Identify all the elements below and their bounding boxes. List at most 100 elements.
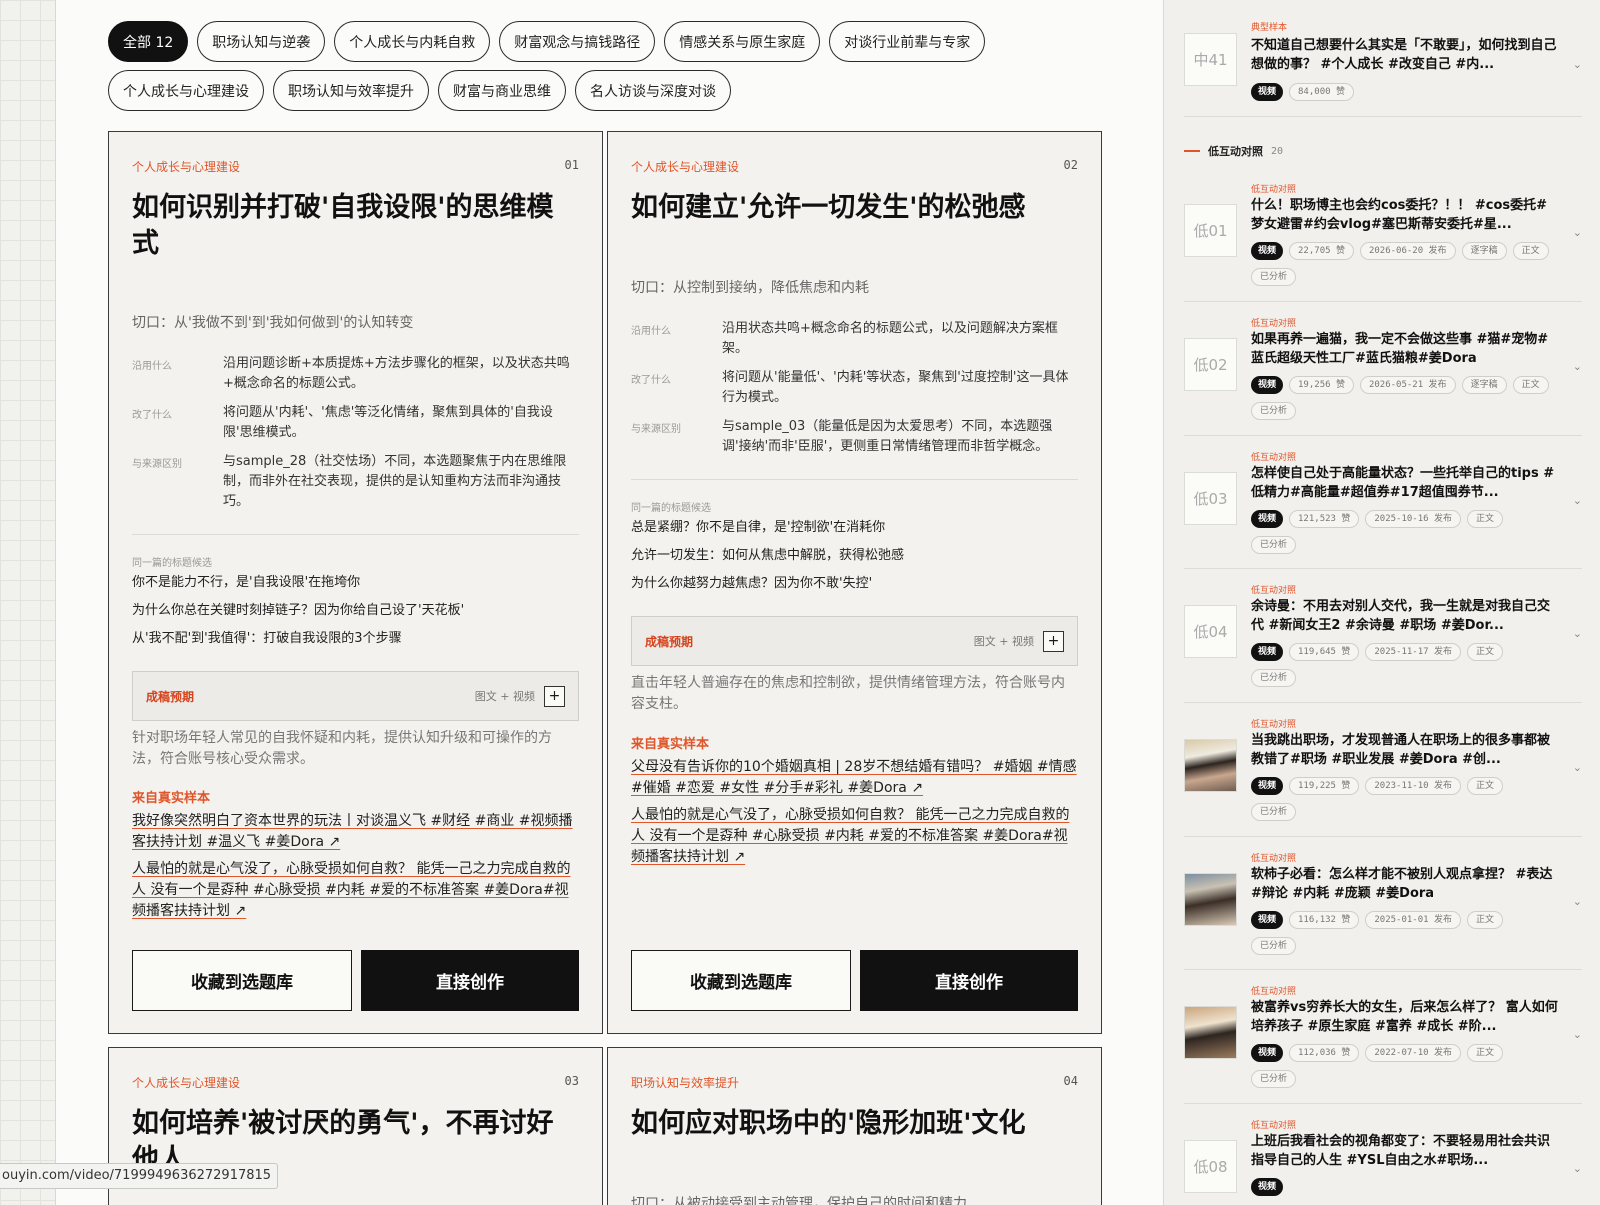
filter-chip[interactable]: 情感关系与原生家庭 — [664, 21, 821, 62]
sample-badges: 视频 84,000 赞 — [1251, 83, 1552, 101]
card-hook: 切口：从被动接受到主动管理，保护自己的时间和精力 — [631, 1196, 967, 1205]
expand-plus-icon[interactable]: + — [1043, 630, 1064, 652]
card-category: 职场认知与效率提升 — [631, 1076, 740, 1090]
draft-expectation: 成稿预期 图文 + 视频 + — [631, 616, 1078, 666]
chevron-down-icon[interactable]: ⌄ — [1573, 895, 1582, 908]
sample-tag: 低互动对照 — [1251, 185, 1297, 195]
chevron-down-icon[interactable]: ⌄ — [1573, 494, 1582, 507]
badge: 119,225 赞 — [1289, 777, 1360, 795]
filter-chip[interactable]: 个人成长与内耗自救 — [334, 21, 491, 62]
title-candidate: 从'我不配'到'我值得'：打破自我设限的3个步骤 — [132, 631, 402, 646]
save-to-library-button[interactable]: 收藏到选题库 — [132, 950, 352, 1011]
sample-item[interactable]: 低互动对照 当我跳出职场，才发现普通人在职场上的很多事都被教错了#职场 #职业发展… — [1184, 703, 1582, 837]
sample-thumb: 低03 — [1184, 472, 1237, 525]
sample-title: 余诗曼：不用去对别人交代，我一生就是对我自己交代 #新闻女王2 #余诗曼 #职场… — [1251, 599, 1551, 633]
create-now-button[interactable]: 直接创作 — [361, 950, 579, 1011]
chevron-down-icon[interactable]: ⌄ — [1573, 761, 1582, 774]
source-links: 我好像突然明白了资本世界的玩法丨对谈温义飞 #财经 #商业 #视频播客扶持计划 … — [132, 811, 579, 928]
card-analysis: 沿用什么 沿用问题诊断+本质提炼+方法步骤化的框架，以及状态共鸣+概念命名的标题公… — [132, 354, 579, 521]
filter-chips: 全部 12 职场认知与逆袭 个人成长与内耗自救 财富观念与搞钱路径 情感关系与原生家庭对… — [108, 21, 1118, 119]
sample-title: 被富养vs穷养长大的女生，后来怎么样了？ 富人如何培养孩子 #原生家庭 #富养 … — [1251, 1000, 1558, 1034]
badge: 119,645 赞 — [1289, 643, 1360, 661]
badge: 2023-11-10 发布 — [1365, 777, 1461, 795]
filter-chip[interactable]: 全部 12 — [108, 21, 189, 62]
card-analysis: 沿用什么 沿用状态共鸣+概念命名的标题公式，以及问题解决方案框架。 改了什么 将问题… — [631, 319, 1078, 466]
diff-label: 与来源区别 — [132, 459, 182, 470]
expect-label: 成稿预期 — [645, 634, 694, 649]
chevron-down-icon[interactable]: ⌄ — [1573, 1028, 1582, 1041]
badge: 2025-10-16 发布 — [1365, 510, 1461, 528]
sample-title: 什么！职场博主也会约cos委托？！！ #cos委托#梦女避雷#约会vlog#塞巴… — [1251, 198, 1548, 232]
sample-item[interactable]: 低02 低互动对照 如果再养一遍猫，我一定不会做这些事 #猫#宠物#蓝氏超级天性工厂… — [1184, 302, 1582, 436]
badge-type: 视频 — [1251, 242, 1284, 260]
video-thumbnail — [1184, 873, 1237, 926]
source-label: 来自真实样本 — [631, 737, 710, 752]
filter-chip[interactable]: 对谈行业前辈与专家 — [829, 21, 986, 62]
filter-chip[interactable]: 职场认知与逆袭 — [197, 21, 326, 62]
changed-label: 改了什么 — [631, 375, 671, 386]
sample-title: 不知道自己想要什么其实是「不敢要」，如何找到自己想做的事？ #个人成长 #改变自… — [1251, 38, 1557, 72]
source-link[interactable]: 父母没有告诉你的10个婚姻真相 | 28岁不想结婚有错吗？ #婚姻 #情感 #催… — [631, 757, 1078, 799]
title-candidate: 为什么你总在关键时刻掉链子？因为你给自己设了'天花板' — [132, 603, 465, 618]
badge: 2026-05-21 发布 — [1359, 376, 1456, 394]
filter-chip[interactable]: 财富与商业思维 — [438, 70, 566, 111]
sample-tag: 低互动对照 — [1251, 854, 1297, 864]
sample-badges: 视频 22,705 赞 2026-06-20 发布 逐字稿 正文 已分析 — [1251, 242, 1552, 286]
filter-row-1: 全部 12 职场认知与逆袭 个人成长与内耗自救 财富观念与搞钱路径 情感关系与原生家庭对… — [108, 21, 1118, 62]
filter-chip[interactable]: 职场认知与效率提升 — [273, 70, 429, 111]
used-label: 沿用什么 — [132, 361, 172, 372]
badge: 正文 — [1466, 777, 1503, 795]
source-link[interactable]: 人最怕的就是心气没了，心脉受损如何自救？ 能凭一己之力完成自救的人 没有一个是孬… — [631, 805, 1078, 868]
badge: 逐字稿 — [1461, 242, 1507, 260]
source-link[interactable]: 人最怕的就是心气没了，心脉受损如何自救？ 能凭一己之力完成自救的人 没有一个是孬… — [132, 859, 579, 922]
diff-value: 与sample_28（社交怯场）不同，本选题聚焦于内在思维限制，而非外在社交表现… — [223, 454, 567, 509]
sample-tag: 低互动对照 — [1251, 720, 1297, 730]
badge: 已分析 — [1251, 937, 1297, 955]
badge: 正文 — [1512, 242, 1549, 260]
title-candidate: 你不是能力不行，是'自我设限'在拖垮你 — [132, 575, 361, 590]
badge: 2022-07-10 发布 — [1365, 1044, 1461, 1062]
candidates-label: 同一篇的标题候选 — [132, 558, 212, 569]
card-actions: 收藏到选题库 直接创作 — [132, 950, 579, 1011]
chevron-down-icon[interactable]: ⌄ — [1573, 360, 1582, 373]
badge: 19,256 赞 — [1289, 376, 1354, 394]
sample-item[interactable]: 低04 低互动对照 余诗曼：不用去对别人交代，我一生就是对我自己交代 #新闻女王2 … — [1184, 569, 1582, 703]
diff-value: 与sample_03（能量低是因为太爱思考）不同，本选题强调'接纳'而非'臣服'… — [722, 419, 1053, 454]
save-to-library-button[interactable]: 收藏到选题库 — [631, 950, 851, 1011]
sample-item[interactable]: 低03 低互动对照 怎样使自己处于高能量状态？一些托举自己的tips #低精力#高能… — [1184, 436, 1582, 569]
badge: 121,523 赞 — [1289, 510, 1360, 528]
video-thumbnail — [1184, 1006, 1237, 1059]
badge: 112,036 赞 — [1289, 1044, 1360, 1062]
candidates-label: 同一篇的标题候选 — [631, 503, 711, 514]
filter-chip[interactable]: 财富观念与搞钱路径 — [499, 21, 656, 62]
chevron-down-icon[interactable]: ⌄ — [1573, 226, 1582, 239]
sample-item[interactable]: 低01 低互动对照什么！职场博主也会约cos委托？！！ #cos委托#梦女避雷#约… — [1184, 168, 1582, 302]
badge: 正文 — [1466, 1044, 1503, 1062]
card-actions: 收藏到选题库 直接创作 — [631, 950, 1078, 1011]
chevron-down-icon[interactable]: ⌄ — [1573, 627, 1582, 640]
badge: 2026-06-20 发布 — [1359, 242, 1456, 260]
sample-thumb: 低01 — [1184, 204, 1237, 257]
expand-plus-icon[interactable]: + — [544, 685, 565, 707]
source-link[interactable]: 我好像突然明白了资本世界的玩法丨对谈温义飞 #财经 #商业 #视频播客扶持计划 … — [132, 811, 579, 853]
badge: 逐字稿 — [1461, 376, 1507, 394]
sample-title: 上班后我看社会的视角都变了：不要轻易用社会共识指导自己的人生 #YSL自由之水#… — [1251, 1134, 1551, 1168]
sample-item-typical[interactable]: 中41 典型样本 不知道自己想要什么其实是「不敢要」，如何找到自己想做的事？ #… — [1184, 0, 1582, 117]
badge-type: 视频 — [1251, 777, 1284, 795]
card-description: 直击年轻人普遍存在的焦虑和控制欲，提供情绪管理方法，符合账号内容支柱。 — [631, 675, 1065, 712]
chevron-down-icon[interactable]: ⌄ — [1573, 1162, 1582, 1175]
badge: 2025-01-01 发布 — [1365, 911, 1461, 929]
sample-item[interactable]: 低08 低互动对照 上班后我看社会的视角都变了：不要轻易用社会共识指导自己的人生 #… — [1184, 1104, 1582, 1205]
diff-label: 与来源区别 — [631, 424, 681, 435]
filter-chip[interactable]: 名人访谈与深度对谈 — [575, 70, 731, 111]
topic-card-04: 职场认知与效率提升 04 如何应对职场中的'隐形加班'文化 切口：从被动接受到主… — [607, 1047, 1102, 1205]
filter-chip[interactable]: 个人成长与心理建设 — [108, 70, 264, 111]
create-now-button[interactable]: 直接创作 — [860, 950, 1078, 1011]
sample-item[interactable]: 低互动对照 被富养vs穷养长大的女生，后来怎么样了？ 富人如何培养孩子 #原生家庭… — [1184, 970, 1582, 1104]
sample-badges: 视频 116,132 赞 2025-01-01 发布 正文 已分析 — [1251, 911, 1552, 955]
sample-badges: 视频 — [1251, 1178, 1552, 1196]
chevron-down-icon[interactable]: ⌄ — [1573, 58, 1582, 71]
sample-item[interactable]: 低互动对照 软柿子必看：怎么样才能不被别人观点拿捏？ #表达 #辩论 #内耗 #庞… — [1184, 837, 1582, 970]
badge: 正文 — [1466, 643, 1503, 661]
badge-type: 视频 — [1251, 911, 1284, 929]
